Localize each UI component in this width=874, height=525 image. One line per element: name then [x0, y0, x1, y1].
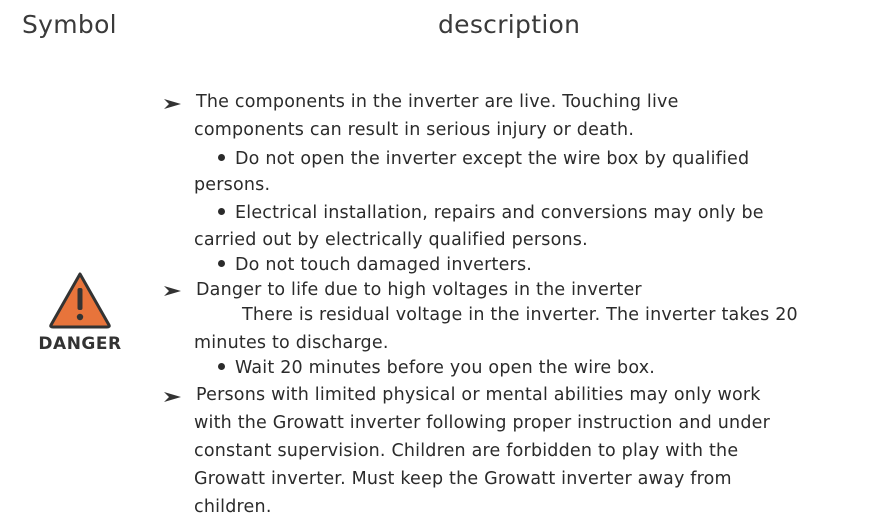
item-3-line-1: Persons with limited physical or mental …	[196, 385, 761, 405]
bullet-2-line-1: Electrical installation, repairs and con…	[218, 203, 764, 223]
bullet-4: Wait 20 minutes before you open the wire…	[218, 358, 655, 378]
item-3-line-5: children.	[194, 497, 272, 517]
danger-symbol: DANGER	[32, 270, 128, 354]
bullet-1-line-1: Do not open the inverter except the wire…	[218, 149, 749, 169]
dot-bullet-icon	[218, 362, 225, 370]
danger-label: DANGER	[38, 334, 122, 354]
symbol-column-header: Symbol	[22, 10, 117, 39]
warning-triangle-icon	[49, 272, 111, 329]
item-3-line-2: with the Growatt inverter following prop…	[194, 413, 770, 433]
dot-bullet-icon	[218, 153, 225, 161]
arrow-bullet-icon	[164, 392, 181, 402]
item-2-line-2: There is residual voltage in the inverte…	[242, 305, 798, 325]
description-column-header: description	[438, 10, 581, 39]
item-2-line-1: Danger to life due to high voltages in t…	[196, 280, 642, 300]
arrow-bullet-icon	[164, 99, 181, 109]
item-3-line-4: Growatt inverter. Must keep the Growatt …	[194, 469, 732, 489]
bullet-1-line-2: persons.	[194, 175, 271, 195]
bullet-3: Do not touch damaged inverters.	[218, 255, 532, 275]
item-2-line-3: minutes to discharge.	[194, 333, 389, 353]
item-3-line-3: constant supervision. Children are forbi…	[194, 441, 739, 461]
item-1-line-2: components can result in serious injury …	[194, 120, 635, 140]
arrow-bullet-icon	[164, 286, 181, 296]
item-1-line-1: The components in the inverter are live.…	[196, 92, 679, 112]
dot-bullet-icon	[218, 259, 225, 267]
dot-bullet-icon	[218, 207, 225, 215]
bullet-2-line-2: carried out by electrically qualified pe…	[194, 230, 588, 250]
